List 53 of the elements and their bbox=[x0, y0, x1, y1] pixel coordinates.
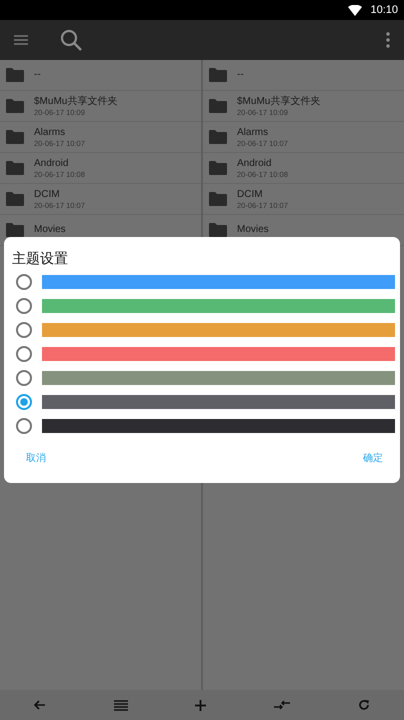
radio-button[interactable] bbox=[16, 418, 32, 434]
radio-button[interactable] bbox=[16, 298, 32, 314]
folder-name: Android bbox=[237, 158, 272, 170]
folder-name: DCIM bbox=[237, 188, 264, 200]
folder-icon bbox=[209, 68, 227, 82]
folder-icon bbox=[209, 161, 227, 175]
search-icon[interactable] bbox=[60, 29, 82, 51]
list-icon[interactable] bbox=[114, 700, 128, 710]
radio-button[interactable] bbox=[16, 394, 32, 410]
folder-icon bbox=[209, 192, 227, 206]
folder-name: Movies bbox=[237, 224, 269, 236]
folder-name: Android bbox=[34, 158, 70, 170]
confirm-button[interactable]: 确定 bbox=[359, 449, 387, 467]
back-arrow-icon[interactable] bbox=[34, 700, 46, 710]
folder-row[interactable]: -- bbox=[0, 60, 201, 91]
folder-icon bbox=[6, 68, 24, 82]
folder-name: -- bbox=[237, 69, 244, 81]
folder-icon bbox=[209, 223, 227, 237]
folder-name: $MuMu共享文件夹 bbox=[34, 96, 118, 108]
refresh-icon[interactable] bbox=[358, 699, 370, 711]
folder-icon bbox=[6, 99, 24, 113]
color-swatch[interactable] bbox=[42, 298, 395, 312]
folder-icon bbox=[209, 130, 227, 144]
folder-icon bbox=[209, 99, 227, 113]
folder-name: -- bbox=[34, 69, 41, 81]
folder-name: $MuMu共享文件夹 bbox=[237, 96, 320, 108]
color-swatch[interactable] bbox=[42, 418, 395, 432]
color-swatch[interactable] bbox=[42, 394, 395, 408]
folder-icon bbox=[6, 130, 24, 144]
color-swatch[interactable] bbox=[42, 322, 395, 336]
folder-name: Alarms bbox=[34, 126, 66, 138]
swap-arrows-icon[interactable] bbox=[274, 700, 290, 710]
color-swatch[interactable] bbox=[42, 274, 395, 288]
clock: 10:10 bbox=[370, 4, 398, 16]
menu-icon[interactable] bbox=[14, 35, 28, 45]
folder-name: Alarms bbox=[237, 126, 270, 138]
color-swatch[interactable] bbox=[42, 346, 395, 360]
folder-name: Movies bbox=[34, 224, 66, 236]
folder-row[interactable]: -- bbox=[203, 60, 404, 91]
folder-icon bbox=[6, 223, 24, 237]
dialog-title: 主题设置 bbox=[12, 250, 69, 268]
more-icon[interactable] bbox=[386, 32, 390, 48]
folder-icon bbox=[6, 192, 24, 206]
folder-icon bbox=[6, 161, 24, 175]
folder-name: DCIM bbox=[34, 188, 61, 200]
radio-button[interactable] bbox=[16, 322, 32, 338]
plus-icon[interactable] bbox=[195, 700, 206, 710]
color-swatch[interactable] bbox=[42, 370, 395, 384]
radio-button[interactable] bbox=[16, 370, 32, 386]
radio-button[interactable] bbox=[16, 346, 32, 362]
cancel-button[interactable]: 取消 bbox=[22, 449, 50, 467]
radio-button[interactable] bbox=[16, 274, 32, 290]
wifi-icon bbox=[348, 4, 362, 16]
